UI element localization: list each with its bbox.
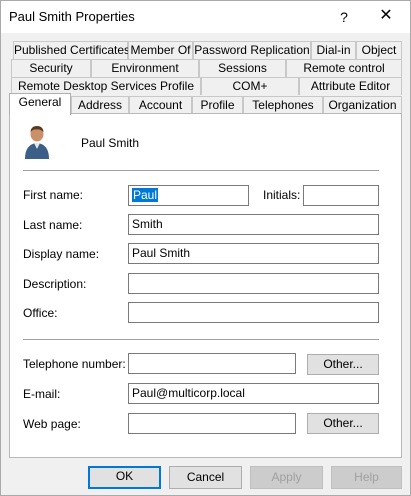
tab-telephones[interactable]: Telephones <box>243 96 323 114</box>
last-name-label: Last name: <box>23 218 83 232</box>
initials-field[interactable] <box>303 185 379 206</box>
telephone-field[interactable] <box>128 353 296 374</box>
tab-security[interactable]: Security <box>11 59 91 77</box>
office-label: Office: <box>23 306 58 320</box>
tab-organization[interactable]: Organization <box>323 96 402 114</box>
tab-profile[interactable]: Profile <box>192 96 243 114</box>
web-page-label: Web page: <box>23 417 81 431</box>
separator <box>23 170 379 171</box>
help-title-button[interactable]: ? <box>331 5 357 29</box>
ok-button[interactable]: OK <box>88 466 161 489</box>
telephone-other-button[interactable]: Other... <box>307 354 379 375</box>
cancel-button[interactable]: Cancel <box>169 466 242 489</box>
user-display-name: Paul Smith <box>81 136 140 150</box>
tab-address[interactable]: Address <box>71 96 129 114</box>
properties-window: Paul Smith Properties ? ✕ Published Cert… <box>0 0 411 496</box>
tab-environment[interactable]: Environment <box>91 59 199 77</box>
email-field[interactable]: Paul@multicorp.local <box>128 383 379 404</box>
tab-general[interactable]: General <box>9 93 71 115</box>
telephone-label: Telephone number: <box>23 357 126 371</box>
window-title: Paul Smith Properties <box>9 9 135 24</box>
office-field[interactable] <box>128 302 379 323</box>
tab-remote-control[interactable]: Remote control <box>286 59 402 77</box>
first-name-value: Paul <box>132 188 159 202</box>
separator <box>23 339 379 340</box>
help-button[interactable]: Help <box>331 466 402 489</box>
tab-password-replication[interactable]: Password Replication <box>193 41 311 59</box>
apply-button[interactable]: Apply <box>250 466 323 489</box>
initials-label: Initials: <box>263 188 301 202</box>
tab-sessions[interactable]: Sessions <box>199 59 286 77</box>
close-button[interactable]: ✕ <box>371 5 401 29</box>
tab-dial-in[interactable]: Dial-in <box>311 41 356 59</box>
title-bar: Paul Smith Properties ? ✕ <box>1 1 410 33</box>
display-name-field[interactable]: Paul Smith <box>128 243 379 264</box>
tab-object[interactable]: Object <box>356 41 402 59</box>
user-icon <box>25 126 49 159</box>
web-page-field[interactable] <box>128 413 296 434</box>
description-label: Description: <box>23 277 87 291</box>
email-label: E-mail: <box>23 387 61 401</box>
web-page-other-button[interactable]: Other... <box>307 413 379 434</box>
display-name-label: Display name: <box>23 247 100 261</box>
description-field[interactable] <box>128 273 379 294</box>
tab-published-certificates[interactable]: Published Certificates <box>13 41 130 59</box>
first-name-label: First name: <box>23 188 84 202</box>
tab-member-of[interactable]: Member Of <box>128 41 193 59</box>
tab-account[interactable]: Account <box>129 96 192 114</box>
first-name-field[interactable]: Paul <box>128 185 249 206</box>
last-name-field[interactable]: Smith <box>128 214 379 235</box>
tab-com-plus[interactable]: COM+ <box>201 77 299 95</box>
tab-attribute-editor[interactable]: Attribute Editor <box>299 77 402 95</box>
